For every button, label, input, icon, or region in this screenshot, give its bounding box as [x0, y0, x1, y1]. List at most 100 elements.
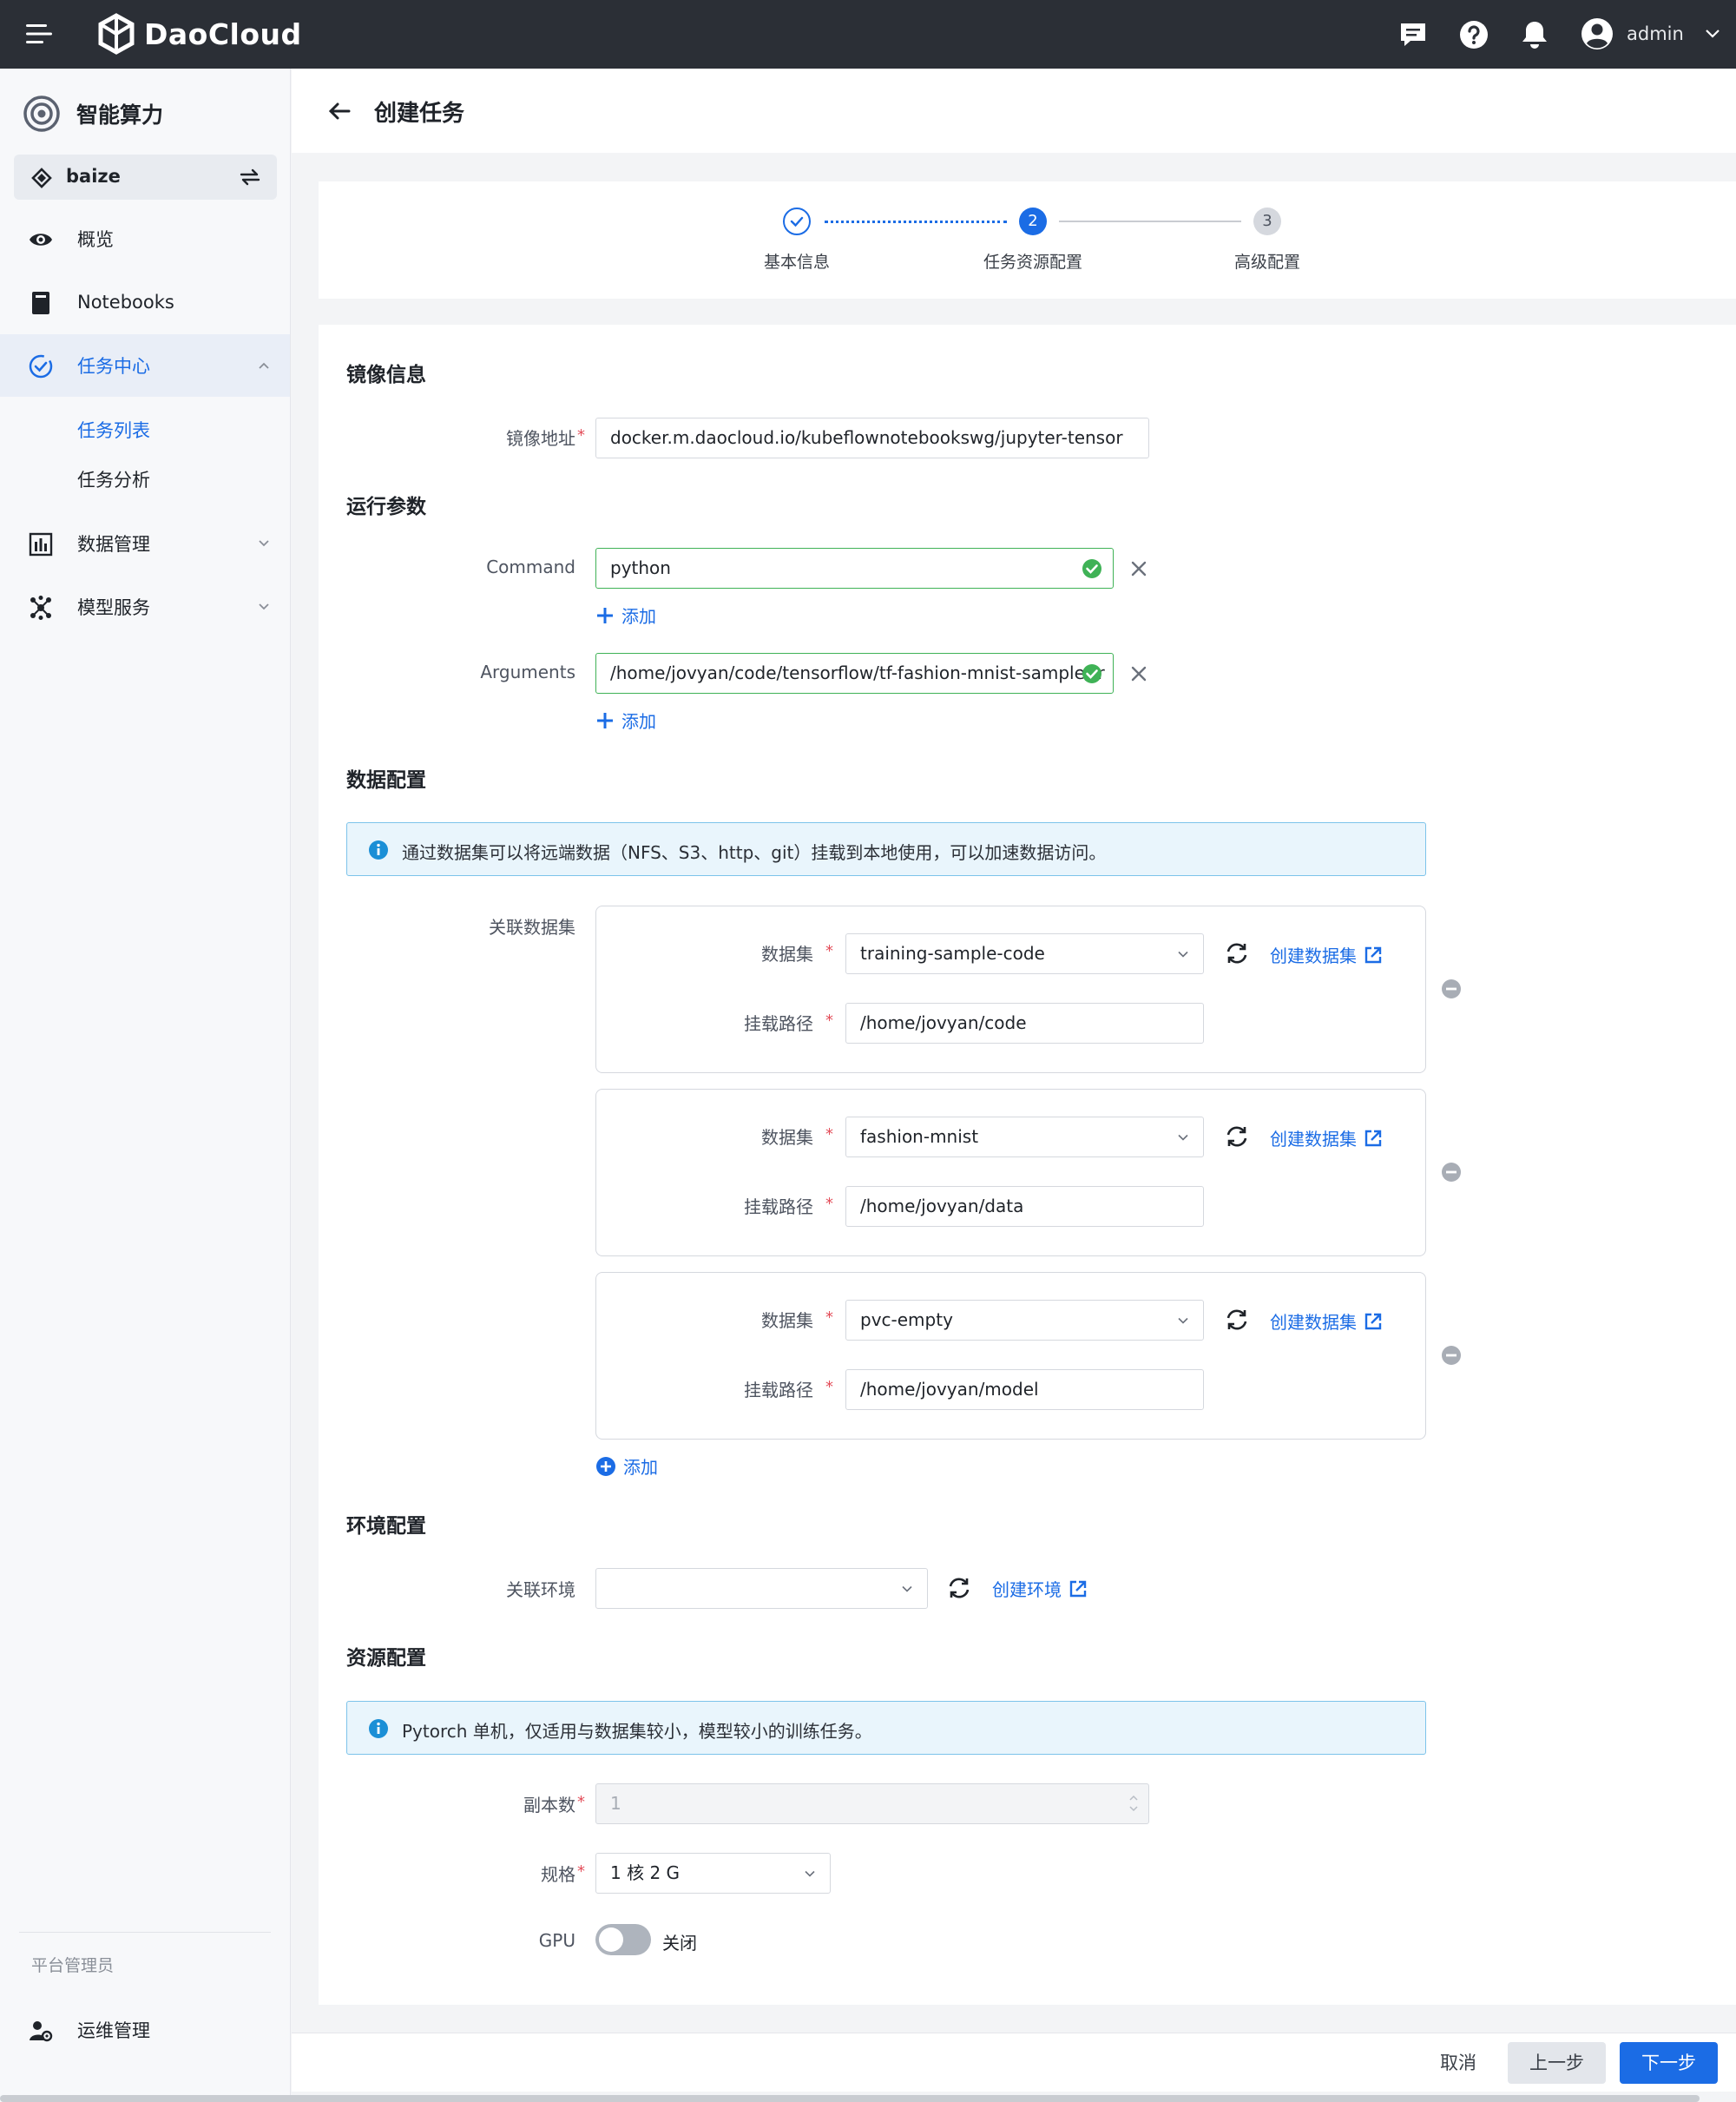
dataset-select[interactable]: fashion-mnist [845, 1117, 1204, 1157]
back-arrow-icon[interactable] [326, 98, 352, 124]
dataset-select[interactable]: training-sample-code [845, 933, 1204, 974]
env-select[interactable] [595, 1568, 928, 1609]
daocloud-logo[interactable]: DaoCloud [97, 12, 302, 56]
dataset-label: 数据集 [761, 1310, 813, 1331]
resource-section-title: 资源配置 [346, 1647, 426, 1670]
remove-dataset-icon[interactable] [1441, 1345, 1462, 1366]
sidebar-item-data-management[interactable]: 数据管理 [0, 512, 290, 575]
add-label: 添加 [621, 711, 656, 732]
workspace-name: baize [66, 166, 121, 187]
hamburger-menu-icon[interactable] [24, 21, 54, 47]
gpu-label: GPU [538, 1930, 575, 1951]
add-command-button[interactable]: 添加 [595, 603, 656, 628]
required-mark: * [825, 1378, 833, 1396]
previous-step-button[interactable]: 上一步 [1508, 2042, 1606, 2084]
sidebar-item-label: 运维管理 [77, 2020, 150, 2041]
chevron-down-icon [1178, 1317, 1188, 1324]
external-link-icon [1069, 1580, 1087, 1597]
spec-select[interactable]: 1 核 2 G [595, 1853, 831, 1894]
chevron-down-icon [1706, 30, 1720, 38]
eye-icon [30, 234, 52, 246]
step-connector-pending [1059, 221, 1241, 222]
replicas-input[interactable]: 1 [595, 1783, 1149, 1824]
image-url-input[interactable]: docker.m.daocloud.io/kubeflownotebookswg… [595, 418, 1149, 458]
daocloud-cube-icon [98, 13, 135, 55]
replicas-value: 1 [610, 1793, 621, 1814]
remove-arguments-icon[interactable] [1129, 664, 1148, 683]
workspace-switcher[interactable]: baize [14, 155, 277, 200]
sidebar-item-ops-management[interactable]: 运维管理 [0, 1999, 290, 2061]
stepper-arrows-icon[interactable] [1128, 1791, 1140, 1815]
required-mark: * [825, 942, 833, 960]
step-2-label: 任务资源配置 [983, 253, 1082, 272]
mount-path-input[interactable]: /home/jovyan/model [845, 1369, 1204, 1410]
add-argument-button[interactable]: 添加 [595, 708, 656, 733]
sidebar-item-model-service[interactable]: 模型服务 [0, 576, 290, 638]
create-dataset-link[interactable]: 创建数据集 [1270, 1125, 1383, 1150]
sidebar-item-overview[interactable]: 概览 [0, 208, 290, 270]
resource-alert-text: Pytorch 单机，仅适用与数据集较小，模型较小的训练任务。 [402, 1721, 872, 1742]
remove-dataset-icon[interactable] [1441, 979, 1462, 999]
ai-compute-logo-icon [23, 96, 60, 132]
remove-dataset-icon[interactable] [1441, 1162, 1462, 1183]
command-input[interactable]: python [595, 548, 1114, 589]
add-dataset-button[interactable]: 添加 [595, 1453, 658, 1479]
plus-circle-icon [596, 1456, 615, 1476]
create-dataset-link[interactable]: 创建数据集 [1270, 1308, 1383, 1334]
env-section-title: 环境配置 [346, 1515, 426, 1538]
sidebar-item-task-center[interactable]: 任务中心 [0, 334, 290, 397]
arguments-value: /home/jovyan/code/tensorflow/tf-fashion-… [610, 662, 1105, 683]
product-header: 智能算力 [23, 95, 163, 133]
dataset-entry-1: 数据集 * training-sample-code 创建数据集 挂载路径 * … [595, 906, 1426, 1073]
create-dataset-label: 创建数据集 [1270, 1312, 1357, 1333]
step-2-circle: 2 [1019, 208, 1047, 235]
chevron-down-icon [259, 540, 269, 547]
external-link-icon [1364, 1313, 1382, 1329]
sidebar-subitem-task-analysis[interactable]: 任务分析 [77, 466, 150, 492]
dataset-value: training-sample-code [860, 943, 1045, 964]
arguments-input[interactable]: /home/jovyan/code/tensorflow/tf-fashion-… [595, 653, 1114, 694]
create-dataset-link[interactable]: 创建数据集 [1270, 942, 1383, 967]
sidebar-item-notebooks[interactable]: Notebooks [0, 271, 290, 333]
refresh-icon[interactable] [1224, 1123, 1250, 1150]
spec-value: 1 核 2 G [610, 1862, 681, 1883]
add-label: 添加 [623, 1457, 658, 1478]
steps-indicator: 2 3 基本信息 任务资源配置 高级配置 [319, 181, 1736, 299]
sidebar-item-label: 模型服务 [77, 597, 150, 618]
help-icon[interactable] [1457, 17, 1491, 52]
remove-command-icon[interactable] [1129, 559, 1148, 578]
command-label: Command [486, 557, 575, 577]
notification-bell-icon[interactable] [1517, 17, 1552, 52]
create-env-link[interactable]: 创建环境 [992, 1576, 1088, 1601]
next-step-button[interactable]: 下一步 [1620, 2042, 1718, 2084]
sidebar-subitem-task-list[interactable]: 任务列表 [77, 417, 150, 443]
chevron-down-icon [1178, 951, 1188, 958]
mount-path-label: 挂载路径 [744, 1196, 813, 1217]
mount-path-input[interactable]: /home/jovyan/code [845, 1003, 1204, 1044]
dataset-value: pvc-empty [860, 1309, 953, 1330]
cancel-button[interactable]: 取消 [1422, 2042, 1495, 2084]
refresh-icon[interactable] [946, 1575, 972, 1601]
dataset-select[interactable]: pvc-empty [845, 1300, 1204, 1341]
refresh-icon[interactable] [1224, 940, 1250, 966]
required-mark: * [825, 1125, 833, 1143]
dataset-entry-3: 数据集 * pvc-empty 创建数据集 挂载路径 * /home/jovya… [595, 1272, 1426, 1440]
chevron-down-icon [805, 1870, 815, 1877]
info-icon [369, 840, 388, 860]
resource-info-alert: Pytorch 单机，仅适用与数据集较小，模型较小的训练任务。 [346, 1701, 1426, 1755]
arguments-label: Arguments [480, 662, 575, 682]
brand-name: DaoCloud [144, 16, 302, 51]
image-section-title: 镜像信息 [346, 364, 426, 386]
switch-arrows-icon[interactable] [239, 167, 261, 188]
sidebar-item-label: 任务中心 [77, 356, 150, 377]
chevron-up-icon [259, 362, 269, 369]
refresh-icon[interactable] [1224, 1307, 1250, 1333]
step-3-label: 高级配置 [1233, 253, 1300, 272]
message-icon[interactable] [1396, 17, 1430, 52]
gpu-toggle[interactable] [595, 1924, 651, 1955]
user-menu[interactable]: admin [1580, 16, 1720, 52]
spec-label: 规格 [541, 1864, 575, 1885]
required-mark: * [577, 1793, 585, 1811]
horizontal-scrollbar[interactable] [0, 2095, 1700, 2102]
mount-path-input[interactable]: /home/jovyan/data [845, 1186, 1204, 1227]
